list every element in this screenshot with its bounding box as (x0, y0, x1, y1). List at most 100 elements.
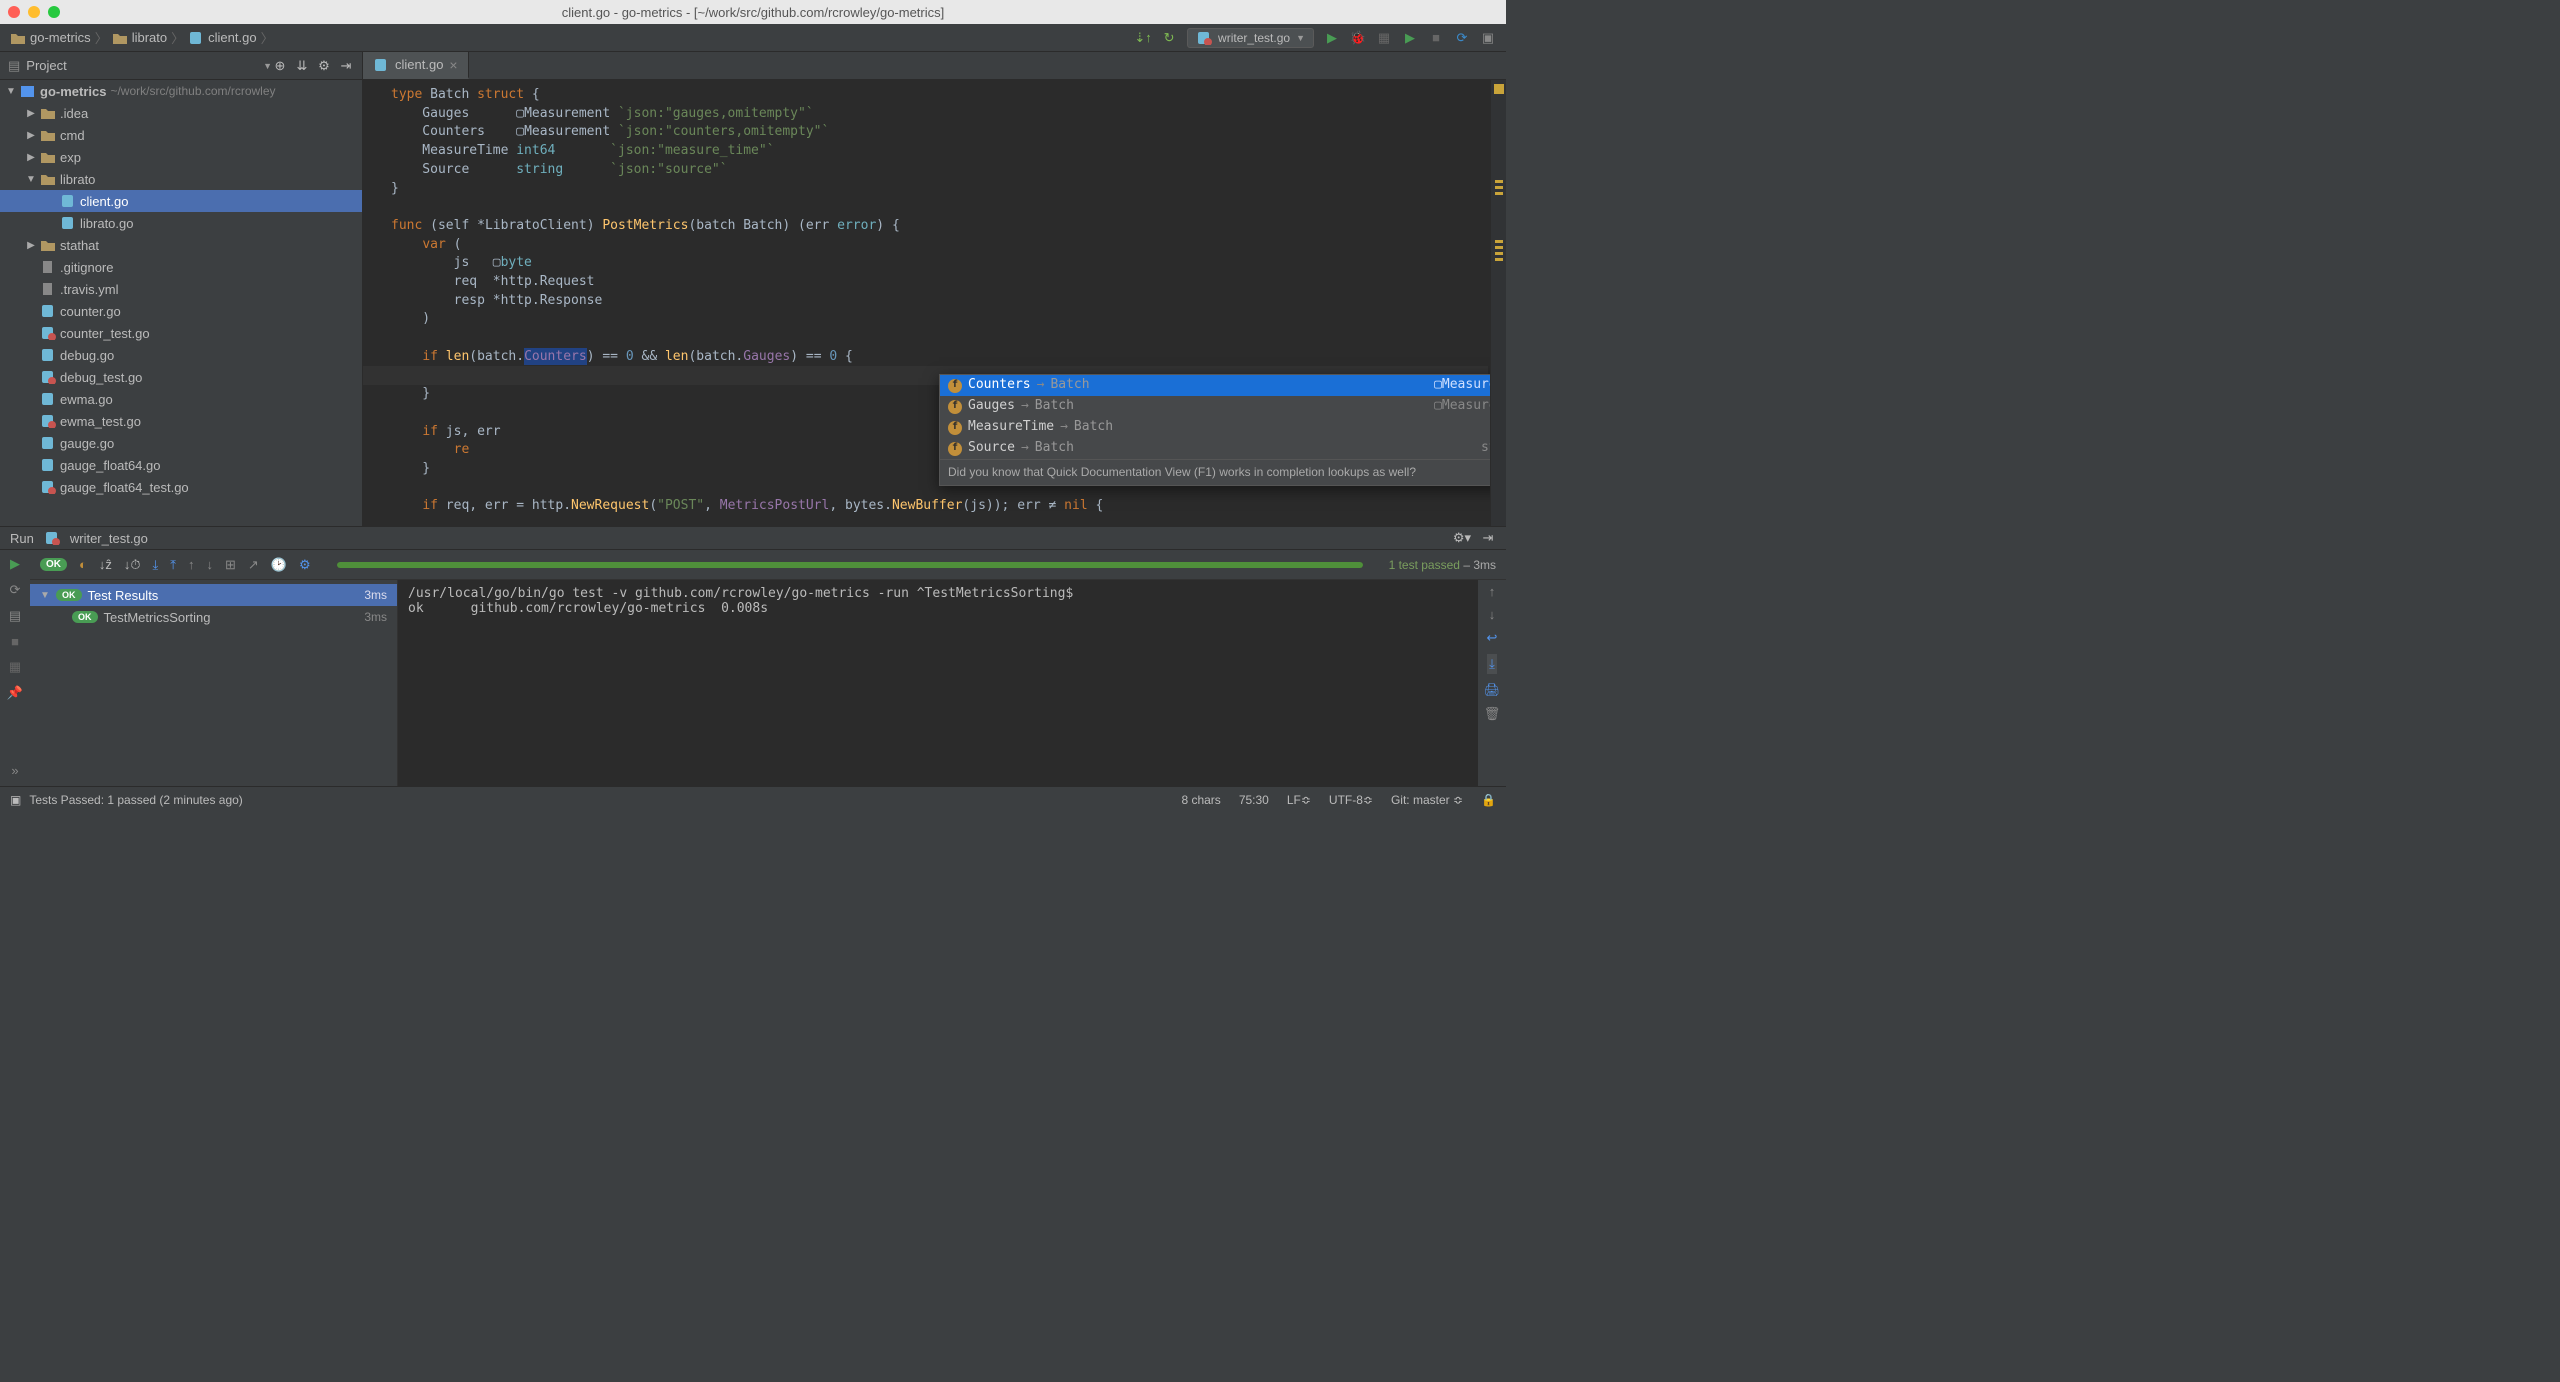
layout-icon[interactable]: ▣ (1480, 30, 1496, 46)
show-passed-icon[interactable]: ◐ (79, 557, 87, 572)
breadcrumb-item[interactable]: client.go (188, 30, 256, 45)
stop-icon[interactable]: ■ (1428, 30, 1444, 46)
test-tree[interactable]: ▼ OK Test Results 3ms OK TestMetricsSort… (30, 580, 398, 786)
prev-icon[interactable]: ↑ (188, 557, 195, 572)
clear-icon[interactable]: 🗑 (1484, 706, 1501, 722)
tree-arrow-icon[interactable]: ▶ (26, 130, 36, 141)
settings-icon[interactable]: ⚙ (299, 557, 311, 573)
refresh-icon[interactable]: ⟳ (1454, 30, 1470, 46)
sort-alpha-icon[interactable]: ↓ẑ (99, 557, 112, 572)
editor-error-stripe[interactable] (1490, 80, 1506, 526)
expand-icon[interactable]: ⊞ (225, 557, 236, 573)
soft-wrap-icon[interactable]: ↩ (1487, 630, 1498, 646)
coverage-icon[interactable]: ▦ (1376, 30, 1392, 46)
hide-icon[interactable]: ⇥ (1480, 530, 1496, 546)
breadcrumb-item[interactable]: go-metrics (10, 30, 91, 45)
tree-row[interactable]: client.go (0, 190, 362, 212)
dump-icon[interactable]: ▦ (9, 659, 21, 675)
history-icon[interactable]: 🕑 (271, 557, 287, 573)
tree-row[interactable]: debug_test.go (0, 366, 362, 388)
down-icon[interactable]: ↓ (1489, 607, 1496, 622)
tree-row[interactable]: gauge_float64.go (0, 454, 362, 476)
tree-row[interactable]: librato.go (0, 212, 362, 234)
next-icon[interactable]: ↓ (207, 557, 214, 572)
completion-popup[interactable]: fCounters→Batch▢MeasurementfGauges→Batch… (939, 374, 1506, 486)
code-editor[interactable]: type Batch struct { Gauges ▢Measurement … (363, 80, 1506, 526)
warning-stripe-icon[interactable] (1495, 192, 1503, 195)
tree-row[interactable]: gauge.go (0, 432, 362, 454)
pin-icon[interactable]: 📌 (7, 685, 23, 701)
rerun-icon[interactable]: ▶ (10, 556, 20, 572)
tree-row[interactable]: ▶cmd (0, 124, 362, 146)
completion-item[interactable]: fCounters→Batch▢Measurement (940, 375, 1506, 396)
tree-row[interactable]: debug.go (0, 344, 362, 366)
chevron-down-icon[interactable]: ▼ (263, 61, 272, 71)
ok-badge[interactable]: OK (40, 558, 67, 571)
run-play-icon[interactable]: ▶ (1402, 30, 1418, 46)
target-icon[interactable]: ⊕ (272, 58, 288, 74)
project-tree[interactable]: ▼ go-metrics ~/work/src/github.com/rcrow… (0, 80, 362, 526)
gear-icon[interactable]: ⚙ (316, 58, 332, 74)
layout-icon[interactable]: ▤ (9, 608, 21, 624)
export-icon[interactable]: ⤒ (170, 557, 176, 573)
close-tab-icon[interactable]: × (449, 57, 457, 73)
completion-item[interactable]: fGauges→Batch▢Measurement (940, 396, 1506, 417)
sync-icon[interactable]: ↻ (1161, 30, 1177, 46)
tree-arrow-icon[interactable]: ▶ (26, 152, 36, 163)
status-line-ending[interactable]: LF≎ (1287, 793, 1311, 807)
status-git-branch[interactable]: Git: master ≎ (1391, 793, 1463, 807)
tree-row[interactable]: .travis.yml (0, 278, 362, 300)
tree-row[interactable]: counter_test.go (0, 322, 362, 344)
print-icon[interactable]: 🖨 (1484, 682, 1501, 698)
collapse-icon[interactable]: ⇊ (294, 58, 310, 74)
chevron-down-icon[interactable]: ▼ (6, 86, 16, 97)
test-console[interactable]: /usr/local/go/bin/go test -v github.com/… (398, 580, 1478, 786)
project-title[interactable]: Project (26, 58, 66, 73)
tree-root[interactable]: ▼ go-metrics ~/work/src/github.com/rcrow… (0, 80, 362, 102)
lock-icon[interactable]: 🔒 (1481, 793, 1496, 807)
more-icon[interactable]: » (11, 763, 18, 778)
warning-indicator-icon[interactable] (1494, 84, 1504, 94)
breadcrumb-item[interactable]: librato (112, 30, 167, 45)
run-tab-label[interactable]: writer_test.go (70, 531, 148, 546)
tree-row[interactable]: ▶stathat (0, 234, 362, 256)
warning-stripe-icon[interactable] (1495, 186, 1503, 189)
project-view-icon[interactable]: ▤ (8, 58, 20, 74)
status-encoding[interactable]: UTF-8≎ (1329, 793, 1373, 807)
stop-icon[interactable]: ■ (11, 634, 19, 649)
warning-stripe-icon[interactable] (1495, 180, 1503, 183)
warning-stripe-icon[interactable] (1495, 246, 1503, 249)
toggle-auto-test-icon[interactable]: ⟳ (10, 582, 21, 598)
status-icon[interactable]: ▣ (10, 793, 21, 807)
gear-icon[interactable]: ⚙▾ (1454, 530, 1470, 546)
chevron-down-icon[interactable]: ▼ (40, 590, 50, 601)
scroll-end-icon[interactable]: ⤓ (1487, 654, 1497, 674)
import-icon[interactable]: ⤓ (153, 557, 159, 573)
tree-arrow-icon[interactable]: ▼ (26, 174, 36, 185)
editor-tab[interactable]: client.go × (363, 52, 469, 79)
build-icon[interactable]: ⇣↑ (1135, 30, 1151, 46)
tree-row[interactable]: .gitignore (0, 256, 362, 278)
tree-row[interactable]: ▼librato (0, 168, 362, 190)
minimize-window-icon[interactable] (28, 6, 40, 18)
tree-arrow-icon[interactable]: ▶ (26, 108, 36, 119)
tree-row[interactable]: counter.go (0, 300, 362, 322)
completion-item[interactable]: fMeasureTime→Batchint64 (940, 417, 1506, 438)
run-label[interactable]: Run (10, 531, 34, 546)
export-results-icon[interactable]: ↗ (248, 557, 259, 573)
tree-row[interactable]: ewma_test.go (0, 410, 362, 432)
test-tree-root[interactable]: ▼ OK Test Results 3ms (30, 584, 397, 606)
run-icon[interactable]: ▶ (1324, 30, 1340, 46)
tree-row[interactable]: ▶.idea (0, 102, 362, 124)
hide-icon[interactable]: ⇥ (338, 58, 354, 74)
debug-icon[interactable]: 🐞 (1350, 30, 1366, 46)
completion-item[interactable]: fSource→Batchstring (940, 438, 1506, 459)
close-window-icon[interactable] (8, 6, 20, 18)
up-icon[interactable]: ↑ (1489, 584, 1496, 599)
tree-row[interactable]: ewma.go (0, 388, 362, 410)
test-tree-item[interactable]: OK TestMetricsSorting 3ms (30, 606, 397, 628)
run-configuration-selector[interactable]: writer_test.go ▼ (1187, 28, 1314, 48)
warning-stripe-icon[interactable] (1495, 240, 1503, 243)
tree-row[interactable]: ▶exp (0, 146, 362, 168)
status-caret-position[interactable]: 75:30 (1239, 793, 1269, 807)
